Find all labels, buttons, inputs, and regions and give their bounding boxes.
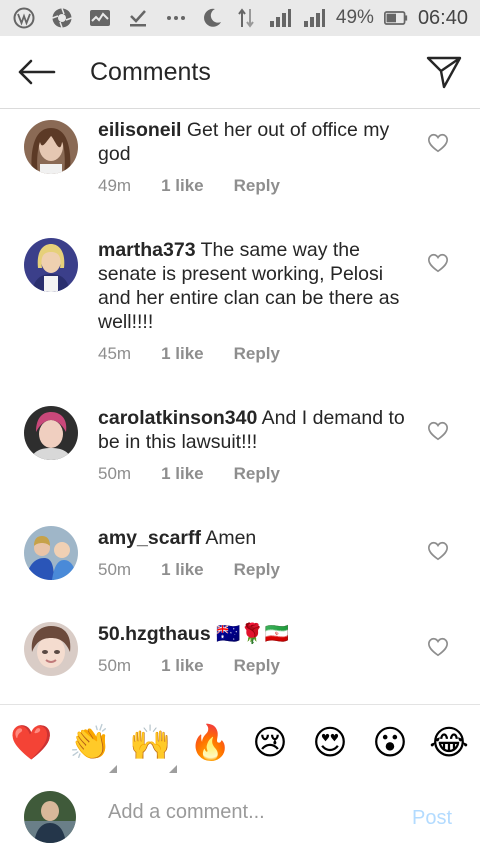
paper-plane-icon bbox=[426, 56, 462, 89]
more-dots-icon bbox=[164, 6, 188, 30]
comment-meta: 50m 1 like Reply bbox=[98, 560, 310, 580]
share-button[interactable] bbox=[422, 50, 466, 94]
comment-body: eilisoneil Get her out of office my god bbox=[98, 118, 410, 166]
avatar[interactable] bbox=[24, 526, 78, 580]
comment-text: 🇦🇺🌹🇮🇷 bbox=[216, 623, 289, 645]
emoji-raising-hands[interactable]: 🙌 bbox=[129, 722, 171, 764]
comment-time: 50m bbox=[98, 560, 132, 579]
activity-icon bbox=[88, 6, 112, 30]
skin-tone-indicator bbox=[169, 765, 177, 773]
signal-icon bbox=[302, 6, 326, 30]
comments-header: Comments bbox=[0, 36, 480, 109]
comment-time: 45m bbox=[98, 344, 132, 363]
emoji-heart-eyes[interactable]: 😍 bbox=[309, 722, 351, 764]
aperture-icon bbox=[50, 6, 74, 30]
likes-count[interactable]: 1 like bbox=[161, 464, 204, 484]
comment-time: 50m bbox=[98, 464, 132, 483]
likes-count[interactable]: 1 like bbox=[161, 344, 204, 364]
comment-input[interactable] bbox=[108, 801, 388, 824]
avatar[interactable] bbox=[24, 238, 78, 292]
like-button[interactable] bbox=[427, 540, 449, 562]
comment-username[interactable]: eilisoneil bbox=[98, 119, 181, 141]
like-button[interactable] bbox=[427, 132, 449, 154]
avatar[interactable] bbox=[24, 406, 78, 460]
reply-button[interactable]: Reply bbox=[234, 344, 280, 364]
emoji-clapping-hands[interactable]: 👏 bbox=[69, 722, 111, 764]
emoji-fire[interactable]: 🔥 bbox=[189, 722, 231, 764]
avatar[interactable] bbox=[24, 622, 78, 676]
emoji-red-heart[interactable]: ❤️ bbox=[10, 722, 52, 764]
download-check-icon bbox=[126, 6, 150, 30]
avatar[interactable] bbox=[24, 120, 78, 174]
page-title: Comments bbox=[90, 57, 211, 86]
quick-emoji-bar: ❤️ 👏 🙌 🔥 😢 😍 😮 😂 bbox=[0, 704, 480, 780]
status-bar: 49% 06:40 bbox=[0, 0, 480, 36]
comment-time: 49m bbox=[98, 176, 132, 195]
heart-icon bbox=[428, 253, 448, 273]
comment-text: Amen bbox=[205, 527, 257, 549]
reply-button[interactable]: Reply bbox=[234, 176, 280, 196]
likes-count[interactable]: 1 like bbox=[161, 656, 204, 676]
comment-composer: Post bbox=[0, 779, 480, 854]
comment-username[interactable]: amy_scarff bbox=[98, 527, 201, 549]
like-button[interactable] bbox=[427, 252, 449, 274]
comments-list[interactable]: eilisoneil Get her out of office my god … bbox=[0, 108, 480, 704]
heart-icon bbox=[428, 541, 448, 561]
likes-count[interactable]: 1 like bbox=[161, 176, 204, 196]
wordpress-icon bbox=[12, 6, 36, 30]
heart-icon bbox=[428, 637, 448, 657]
data-arrows-icon bbox=[234, 6, 258, 30]
comment-username[interactable]: 50.hzgthaus bbox=[98, 623, 211, 645]
like-button[interactable] bbox=[427, 636, 449, 658]
likes-count[interactable]: 1 like bbox=[161, 560, 204, 580]
comment-username[interactable]: carolatkinson340 bbox=[98, 407, 257, 429]
comment-body: 50.hzgthaus 🇦🇺🌹🇮🇷 bbox=[98, 622, 410, 646]
comment-meta: 50m 1 like Reply bbox=[98, 656, 310, 676]
back-arrow-icon bbox=[18, 59, 56, 85]
comment-meta: 50m 1 like Reply bbox=[98, 464, 310, 484]
reply-button[interactable]: Reply bbox=[234, 656, 280, 676]
comment-meta: 49m 1 like Reply bbox=[98, 176, 310, 196]
comment-body: carolatkinson340 And I demand to be in t… bbox=[98, 406, 410, 454]
battery-percent: 49% bbox=[335, 7, 374, 28]
emoji-surprised-face[interactable]: 😮 bbox=[369, 722, 411, 764]
back-button[interactable] bbox=[14, 50, 58, 94]
clock: 06:40 bbox=[417, 6, 468, 29]
post-button[interactable]: Post bbox=[412, 807, 452, 830]
comment-username[interactable]: martha373 bbox=[98, 239, 196, 261]
like-button[interactable] bbox=[427, 420, 449, 442]
comment-time: 50m bbox=[98, 656, 132, 675]
current-user-avatar bbox=[24, 791, 76, 843]
comment-meta: 45m 1 like Reply bbox=[98, 344, 310, 364]
emoji-tears-of-joy[interactable]: 😂 bbox=[428, 722, 470, 764]
reply-button[interactable]: Reply bbox=[234, 560, 280, 580]
moon-icon bbox=[200, 6, 224, 30]
comment-body: amy_scarff Amen bbox=[98, 526, 410, 550]
emoji-crying-face[interactable]: 😢 bbox=[249, 722, 291, 764]
signal-h-icon bbox=[268, 6, 292, 30]
heart-icon bbox=[428, 133, 448, 153]
reply-button[interactable]: Reply bbox=[234, 464, 280, 484]
battery-icon bbox=[383, 6, 408, 30]
heart-icon bbox=[428, 421, 448, 441]
skin-tone-indicator bbox=[109, 765, 117, 773]
comment-body: martha373 The same way the senate is pre… bbox=[98, 238, 410, 334]
